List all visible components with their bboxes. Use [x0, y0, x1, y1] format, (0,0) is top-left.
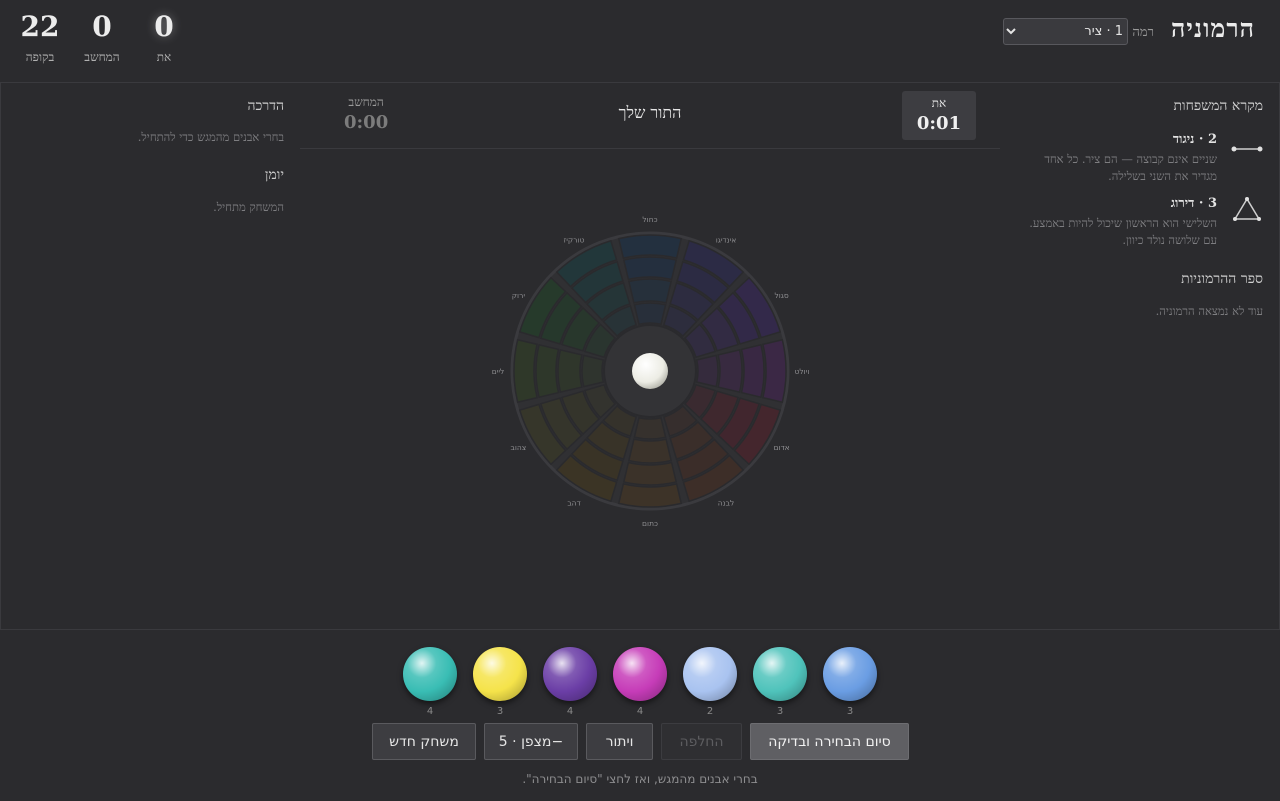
- board-area: את 0:01 התור שלך המחשב 0:00 כחול אינדיגו ס…: [300, 83, 1000, 629]
- compass-hint-button[interactable]: מצפן · 5−: [484, 723, 578, 760]
- gem-count: 4: [566, 706, 574, 717]
- wheel-cell[interactable]: [627, 278, 673, 304]
- pass-button[interactable]: ויתור: [586, 723, 653, 760]
- scoreboard: 0 את 0 המחשב 22 בקופה: [20, 8, 184, 65]
- harmony-book-title: ספר ההרמוניות: [1181, 271, 1263, 287]
- families-title: מקרא המשפחות: [1173, 98, 1263, 114]
- wheel-label: טורקיז: [564, 235, 585, 244]
- wheel-label: ויולט: [795, 367, 810, 376]
- wheel-cell[interactable]: [717, 348, 743, 394]
- score-pot: 22 בקופה: [20, 8, 60, 65]
- wheel-cell[interactable]: [622, 256, 678, 281]
- gem-stone[interactable]: [683, 647, 737, 701]
- log-title: יומן: [264, 167, 284, 183]
- wheel-label: כתום: [642, 519, 658, 528]
- wheel-cell[interactable]: [557, 348, 583, 394]
- score-computer: 0 המחשב: [82, 8, 122, 65]
- score-value: 22: [20, 10, 60, 43]
- wheel-label: סגול: [775, 291, 789, 300]
- wheel-cell[interactable]: [761, 338, 787, 404]
- tray-gem-blue[interactable]: 3: [823, 647, 877, 717]
- wheel-label: כחול: [642, 215, 657, 224]
- swap-button[interactable]: החלפה: [661, 723, 742, 760]
- wheel-label: אינדיגו: [716, 235, 737, 244]
- gem-row: 4 3 4 4 2 3 3: [403, 647, 877, 717]
- wheel-cell[interactable]: [627, 438, 673, 464]
- turn-indicator: התור שלך: [618, 103, 682, 122]
- wheel-cell[interactable]: [617, 482, 683, 508]
- tray-gem-aqua[interactable]: 3: [753, 647, 807, 717]
- tray-gem-yellow[interactable]: 3: [473, 647, 527, 717]
- computer-label: המחשב: [348, 95, 384, 109]
- app-title: הרמוניה: [1171, 14, 1255, 43]
- triangle-icon: [1231, 196, 1263, 222]
- computer-timer: המחשב 0:00: [344, 95, 388, 133]
- wheel-cell[interactable]: [617, 234, 683, 260]
- wheel-cell[interactable]: [581, 354, 605, 388]
- log-text: המשחק מתחיל.: [213, 200, 284, 214]
- color-wheel[interactable]: כחול אינדיגו סגול ויולט אדום לבנה כתום דהב צהוב ל…: [490, 211, 810, 531]
- score-label: בקופה: [25, 50, 55, 64]
- family-item: 2 · ניגוד שניים אינם קבוצה — הם ציר. כל …: [1017, 131, 1217, 185]
- top-bar: הרמוניה רמה 1 · ציר 0 את 0 המחשב 22 בקופ…: [0, 0, 1280, 83]
- harmony-book-empty: עוד לא נמצאה הרמוניה.: [1155, 304, 1263, 318]
- family-item: 3 · דירוג השלישי הוא הראשון שיכול להיות …: [1017, 195, 1217, 249]
- wheel-cell[interactable]: [695, 354, 719, 388]
- tray-gem-periwinkle[interactable]: 2: [683, 647, 737, 717]
- wheel-label: ליים: [492, 367, 505, 376]
- families-panel: מקרא המשפחות 2 · ניגוד שניים אינם קבוצה …: [1000, 83, 1280, 629]
- wheel-label: דהב: [567, 499, 580, 508]
- guide-text: בחרי אבנים מהמגש כדי להתחיל.: [137, 130, 284, 144]
- gem-count: 3: [846, 706, 854, 717]
- center-pearl-stone: [632, 353, 668, 389]
- family-name: 3 · דירוג: [1170, 196, 1217, 211]
- score-value: 0: [154, 10, 174, 43]
- computer-time: 0:00: [344, 112, 389, 133]
- guide-panel: הדרכה בחרי אבנים מהמגש כדי להתחיל. יומן …: [0, 83, 300, 629]
- level-select[interactable]: 1 · ציר: [1003, 18, 1128, 45]
- wheel-cell[interactable]: [513, 338, 539, 404]
- tray-gem-magenta[interactable]: 4: [613, 647, 667, 717]
- new-game-button[interactable]: משחק חדש: [372, 723, 476, 760]
- wheel-label: אדום: [774, 443, 790, 452]
- turn-bar: את 0:01 התור שלך המחשב 0:00: [300, 83, 1000, 149]
- gem-stone[interactable]: [473, 647, 527, 701]
- wheel-cell[interactable]: [633, 416, 667, 440]
- score-value: 0: [92, 10, 112, 43]
- gem-count: 3: [776, 706, 784, 717]
- score-player: 0 את: [144, 8, 184, 65]
- wheel-cell[interactable]: [740, 343, 765, 399]
- gem-count: 4: [636, 706, 644, 717]
- wheel-cell[interactable]: [622, 461, 678, 486]
- gem-stone[interactable]: [543, 647, 597, 701]
- wheel-label: לבנה: [718, 499, 735, 508]
- wheel-cell[interactable]: [633, 302, 667, 326]
- guide-title: הדרכה: [247, 98, 284, 114]
- gem-count: 2: [706, 706, 714, 717]
- score-label: את: [156, 50, 172, 64]
- score-label: המחשב: [84, 50, 120, 64]
- family-desc: השלישי הוא הראשון שיכול להיות באמצע. עם …: [1029, 216, 1217, 247]
- wheel-label: צהוב: [510, 443, 526, 452]
- wheel-label: ירוק: [512, 291, 526, 300]
- gem-stone[interactable]: [403, 647, 457, 701]
- gem-count: 4: [426, 706, 434, 717]
- gem-stone[interactable]: [823, 647, 877, 701]
- tray-gem-teal[interactable]: 4: [403, 647, 457, 717]
- tray-hint: בחרי אבנים מהמגש, ואז לחצי "סיום הבחירה"…: [522, 772, 758, 786]
- family-name: 2 · ניגוד: [1172, 132, 1217, 147]
- line-pair-icon: [1231, 136, 1263, 162]
- level-label: רמה: [1132, 25, 1154, 40]
- family-desc: שניים אינם קבוצה — הם ציר. כל אחד מגדיר …: [1044, 152, 1217, 183]
- tray-gem-purple[interactable]: 4: [543, 647, 597, 717]
- stone-tray: 4 3 4 4 2 3 3 סיום הבחירה ובדיקה החלפה ויתור מ…: [0, 629, 1280, 801]
- gem-stone[interactable]: [753, 647, 807, 701]
- wheel-cell[interactable]: [535, 343, 560, 399]
- finish-selection-button[interactable]: סיום הבחירה ובדיקה: [750, 723, 909, 760]
- gem-stone[interactable]: [613, 647, 667, 701]
- gem-count: 3: [496, 706, 504, 717]
